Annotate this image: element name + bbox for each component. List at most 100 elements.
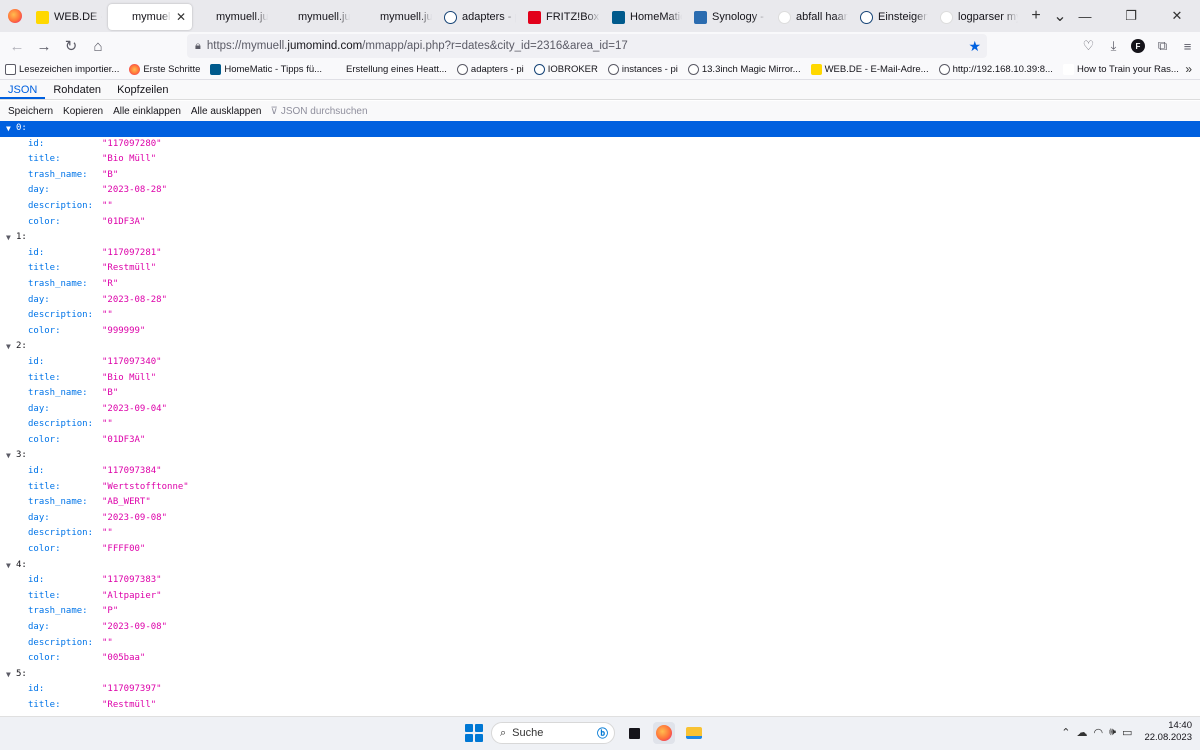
bookmark-item[interactable]: Erstellung eines Heatt...: [327, 64, 452, 75]
json-field-row[interactable]: description: "": [0, 417, 1200, 433]
volume-icon[interactable]: 🕪︎: [1109, 726, 1116, 739]
bookmark-item[interactable]: IOBROKER: [529, 64, 603, 75]
browser-tab[interactable]: HomeMatic WebUI: [606, 4, 688, 30]
json-array-item-row[interactable]: ▼ 1:: [0, 230, 1200, 246]
json-field-row[interactable]: description: "": [0, 636, 1200, 652]
json-field-row[interactable]: trash_name: "B": [0, 386, 1200, 402]
browser-tab[interactable]: Synology - Sync: [688, 4, 772, 30]
chevron-up-icon[interactable]: ⌃: [1061, 726, 1070, 739]
onedrive-icon[interactable]: ☁: [1077, 726, 1088, 739]
bookmark-item[interactable]: instances - pi: [603, 64, 683, 75]
json-field-row[interactable]: color: "FFFF00": [0, 542, 1200, 558]
bookmark-item[interactable]: HomeMatic - Tipps fü...: [205, 64, 327, 75]
json-field-row[interactable]: description: "": [0, 526, 1200, 542]
account-avatar[interactable]: F: [1131, 39, 1145, 53]
bookmark-item[interactable]: Lesezeichen importier...: [0, 64, 124, 75]
browser-tab[interactable]: mymuell.jumomind: [192, 4, 274, 30]
expand-toggle-icon[interactable]: ▼: [6, 667, 11, 683]
json-field-row[interactable]: color: "005baa": [0, 651, 1200, 667]
expand-toggle-icon[interactable]: ▼: [6, 121, 11, 137]
browser-tab[interactable]: WEB.DE - E-Mail: [30, 4, 108, 30]
json-array-item-row[interactable]: ▼ 4:: [0, 558, 1200, 574]
json-array-item-row[interactable]: ▼ 2:: [0, 339, 1200, 355]
json-field-row[interactable]: title: "Bio Müll": [0, 371, 1200, 387]
json-field-row[interactable]: id: "117097384": [0, 464, 1200, 480]
extensions-icon[interactable]: ⧉: [1150, 34, 1175, 58]
battery-icon[interactable]: ▭: [1122, 726, 1132, 739]
expand-all-button[interactable]: Alle ausklappen: [186, 106, 267, 117]
reload-button[interactable]: ↻: [58, 34, 84, 58]
firefox-view-button[interactable]: [0, 0, 30, 32]
tab-raw-data[interactable]: Rohdaten: [45, 84, 109, 99]
json-field-row[interactable]: trash_name: "AB_WERT": [0, 495, 1200, 511]
save-button[interactable]: Speichern: [3, 106, 58, 117]
bookmark-star-icon[interactable]: ★: [968, 38, 981, 55]
json-field-row[interactable]: title: "Wertstofftonne": [0, 480, 1200, 496]
minimize-button[interactable]: —: [1062, 0, 1108, 32]
new-tab-button[interactable]: +: [1024, 4, 1048, 28]
expand-toggle-icon[interactable]: ▼: [6, 230, 11, 246]
json-field-row[interactable]: title: "Restmüll": [0, 261, 1200, 277]
json-field-row[interactable]: color: "999999": [0, 324, 1200, 340]
json-field-row[interactable]: day: "2023-09-08": [0, 511, 1200, 527]
bookmark-item[interactable]: How to Train your Ras...: [1058, 64, 1184, 75]
json-field-row[interactable]: color: "01DF3A": [0, 433, 1200, 449]
back-button[interactable]: ←: [4, 34, 30, 58]
json-field-row[interactable]: id: "117097281": [0, 246, 1200, 262]
task-view-icon[interactable]: [623, 722, 645, 744]
json-field-row[interactable]: day: "2023-08-28": [0, 293, 1200, 309]
json-field-row[interactable]: day: "2023-09-04": [0, 402, 1200, 418]
json-field-row[interactable]: description: "": [0, 308, 1200, 324]
json-field-row[interactable]: id: "117097383": [0, 573, 1200, 589]
browser-tab[interactable]: mymuell.jumomind: [356, 4, 438, 30]
clock[interactable]: 14:40 22.08.2023: [1144, 720, 1192, 744]
json-field-row[interactable]: color: "01DF3A": [0, 215, 1200, 231]
home-button[interactable]: ⌂: [85, 34, 111, 58]
json-field-row[interactable]: trash_name: "R": [0, 277, 1200, 293]
json-field-row[interactable]: title: "Restmüll": [0, 698, 1200, 714]
json-field-row[interactable]: trash_name: "P": [0, 604, 1200, 620]
json-array-item-row[interactable]: ▼ 0:: [0, 121, 1200, 137]
browser-tab[interactable]: logparser mymuell: [934, 4, 1024, 30]
expand-toggle-icon[interactable]: ▼: [6, 339, 11, 355]
browser-tab[interactable]: FRITZ!Box: [522, 4, 606, 30]
bookmark-item[interactable]: adapters - pi: [452, 64, 529, 75]
json-field-row[interactable]: title: "Altpapier": [0, 589, 1200, 605]
url-bar[interactable]: 🔒︎ https://mymuell.jumomind.com/mmapp/ap…: [187, 34, 987, 58]
forward-button[interactable]: →: [31, 34, 57, 58]
json-field-row[interactable]: id: "117097397": [0, 682, 1200, 698]
json-array-item-row[interactable]: ▼ 3:: [0, 448, 1200, 464]
taskbar-search[interactable]: ⌕ Suche ⓑ: [491, 722, 615, 744]
expand-toggle-icon[interactable]: ▼: [6, 448, 11, 464]
wifi-icon[interactable]: ◠: [1094, 726, 1104, 739]
json-field-row[interactable]: day: "2023-09-08": [0, 620, 1200, 636]
json-field-row[interactable]: id: "117097280": [0, 137, 1200, 153]
bookmark-item[interactable]: http://192.168.10.39:8...: [934, 64, 1058, 75]
json-field-row[interactable]: trash_name: "B": [0, 168, 1200, 184]
json-field-row[interactable]: day: "2023-08-28": [0, 183, 1200, 199]
file-explorer-icon[interactable]: [683, 722, 705, 744]
pocket-icon[interactable]: ♡: [1076, 34, 1101, 58]
close-tab-icon[interactable]: ✕: [176, 10, 186, 24]
tab-headers[interactable]: Kopfzeilen: [109, 84, 176, 99]
chevron-right-icon[interactable]: »: [1185, 62, 1192, 76]
json-field-row[interactable]: id: "117097340": [0, 355, 1200, 371]
windows-start-icon[interactable]: [465, 724, 483, 742]
json-filter-input[interactable]: ⊽ JSON durchsuchen: [271, 106, 368, 117]
downloads-icon[interactable]: ⤓: [1101, 34, 1126, 58]
restore-button[interactable]: ❐: [1108, 0, 1154, 32]
browser-tab[interactable]: mymuell.jumomind ✕: [108, 4, 192, 30]
bookmark-item[interactable]: Erste Schritte: [124, 64, 205, 75]
bookmark-item[interactable]: 13.3inch Magic Mirror...: [683, 64, 806, 75]
copy-button[interactable]: Kopieren: [58, 106, 108, 117]
tab-json[interactable]: JSON: [0, 84, 46, 99]
expand-toggle-icon[interactable]: ▼: [6, 558, 11, 574]
collapse-all-button[interactable]: Alle einklappen: [108, 106, 186, 117]
json-array-item-row[interactable]: ▼ 5:: [0, 667, 1200, 683]
browser-tab[interactable]: adapters - pi: [438, 4, 522, 30]
browser-tab[interactable]: abfall haan ical: [772, 4, 854, 30]
json-field-row[interactable]: title: "Bio Müll": [0, 152, 1200, 168]
app-menu-icon[interactable]: ≡: [1175, 34, 1200, 58]
firefox-taskbar-icon[interactable]: [653, 722, 675, 744]
bookmark-item[interactable]: WEB.DE - E-Mail-Adre...: [806, 64, 934, 75]
